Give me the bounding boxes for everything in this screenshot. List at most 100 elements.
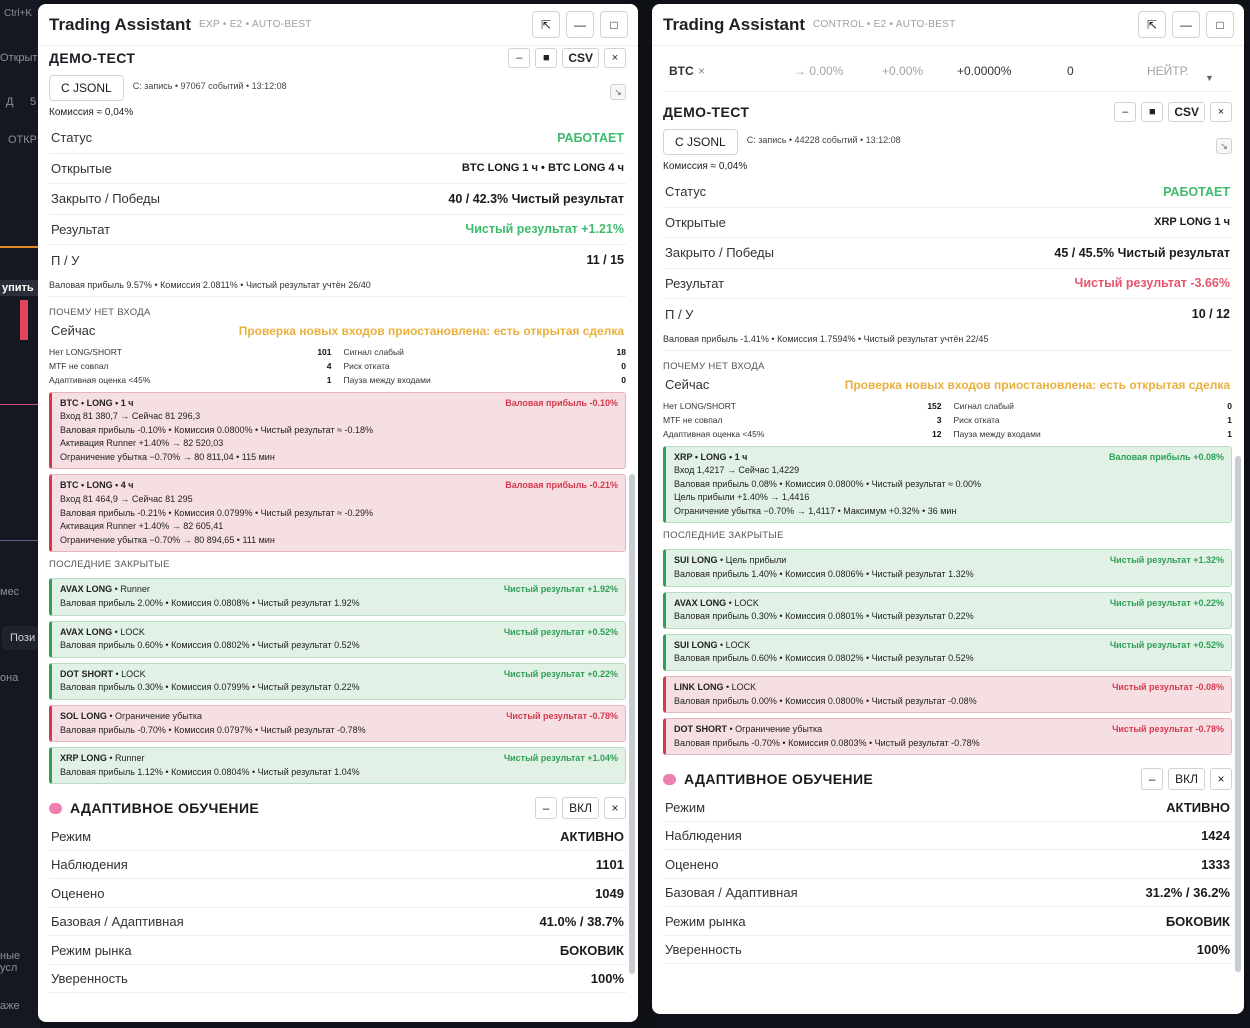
signal-badge: НЕЙТР. [1147, 63, 1189, 78]
bg-label: мес [0, 586, 20, 598]
adaptive-collapse-button[interactable]: – [535, 797, 558, 820]
summary-note: Валовая прибыль -1.41% • Комиссия 1.7594… [663, 330, 1232, 351]
closed-trade-card: Чистый результат +1.04% XRP LONG • Runne… [49, 747, 626, 785]
ticker-row[interactable]: BTC × → 0.00% +0.00% +0.0000% 0 НЕЙТР. ▼ [663, 50, 1232, 92]
scrollbar[interactable] [629, 474, 635, 974]
closed-trade-card: Чистый результат -0.78% SOL LONG • Огран… [49, 705, 626, 743]
maximize-button[interactable]: □ [1206, 11, 1234, 38]
panel-content: ДЕМО-ТЕСТ – ■ CSV × С JSONL С: запись • … [49, 46, 626, 1022]
chart-line [0, 540, 40, 541]
reason-row: MTF не совпал 3 [663, 414, 942, 425]
recent-closed-title: ПОСЛЕДНИЕ ЗАКРЫТЫЕ [663, 530, 784, 542]
adaptive-row: Базовая / Адаптивная 41.0% / 38.7% [49, 908, 626, 937]
fee-text: Комиссия ≈ 0,04% [663, 161, 748, 172]
panel-header[interactable]: Trading Assistant CONTROL • E2 • AUTO-BE… [652, 4, 1244, 46]
pu-row: П / У 10 / 12 [665, 306, 1230, 322]
adaptive-toggle-button[interactable]: ВКЛ [562, 797, 599, 820]
status-row: Статус РАБОТАЕТ [663, 177, 1232, 208]
adaptive-header: АДАПТИВНОЕ ОБУЧЕНИЕ – ВКЛ × [49, 794, 626, 822]
adaptive-row: Уверенность 100% [49, 965, 626, 994]
demo-section-header: ДЕМО-ТЕСТ – ■ CSV × [49, 46, 626, 70]
panel-content: BTC × → 0.00% +0.00% +0.0000% 0 НЕЙТР. ▼… [663, 50, 1232, 1014]
result-row: Результат Чистый результат -3.66% [663, 269, 1232, 299]
chart-candle [20, 300, 28, 340]
fee-text: Комиссия ≈ 0,04% [49, 107, 134, 118]
demo-title: ДЕМО-ТЕСТ [49, 50, 136, 66]
pu-row: П / У 11 / 15 [51, 252, 624, 268]
open-position-card: Валовая прибыль -0.21% BTC • LONG • 4 ч … [49, 474, 626, 553]
maximize-button[interactable]: □ [600, 11, 628, 38]
open-row: Открытые XRP LONG 1 ч [663, 208, 1232, 238]
popout-button[interactable]: ⇱ [1138, 11, 1166, 38]
close-button[interactable]: × [1210, 102, 1232, 122]
reason-row: Нет LONG/SHORT 152 [663, 400, 942, 411]
bg-label: она [0, 672, 19, 684]
resize-icon[interactable]: ↘ [610, 84, 626, 100]
scrollbar[interactable] [1235, 456, 1241, 972]
status-badge: РАБОТАЕТ [1163, 184, 1230, 199]
adaptive-close-button[interactable]: × [1210, 768, 1232, 791]
jsonl-button[interactable]: С JSONL [663, 129, 738, 155]
adaptive-collapse-button[interactable]: – [1141, 768, 1164, 791]
positions-tab[interactable]: Пози [2, 626, 38, 650]
closed-trade-card: Чистый результат +1.32% SUI LONG • Цель … [663, 549, 1232, 587]
closed-trade-card: Чистый результат +0.52% AVAX LONG • LOCK… [49, 620, 626, 658]
bg-label: Д [6, 96, 14, 108]
adaptive-row: Режим АКТИВНО [49, 822, 626, 851]
why-no-entry-title: ПОЧЕМУ НЕТ ВХОДА [49, 306, 151, 318]
why-no-entry-title: ПОЧЕМУ НЕТ ВХОДА [663, 360, 765, 372]
reason-row: Риск отката 0 [343, 360, 627, 371]
minimize-button[interactable]: — [1172, 11, 1200, 38]
record-status: С: запись • 97067 событий • 13:12:08 [132, 81, 287, 91]
open-position-card: Валовая прибыль -0.10% BTC • LONG • 1 ч … [49, 391, 626, 470]
panel-header[interactable]: Trading Assistant EXP • E2 • AUTO-BEST ⇱… [38, 4, 638, 46]
closed-row: Закрыто / Победы 45 / 45.5% Чистый резуль… [663, 238, 1232, 269]
bg-label: аже [0, 1000, 20, 1012]
adaptive-row: Оценено 1333 [663, 850, 1232, 879]
closed-trade-card: Чистый результат +0.52% SUI LONG • LOCK … [663, 633, 1232, 672]
collapse-button[interactable]: – [508, 48, 531, 68]
csv-button[interactable]: CSV [1168, 102, 1205, 122]
adaptive-row: Режим рынка БОКОВИК [49, 936, 626, 965]
closed-trade-card: Чистый результат +0.22% DOT SHORT • LOCK… [49, 662, 626, 700]
adaptive-close-button[interactable]: × [604, 797, 626, 820]
minimize-button[interactable]: — [566, 11, 594, 38]
reasons-grid: Нет LONG/SHORT 101 MTF не совпал 4 Адаптив… [49, 345, 626, 387]
demo-title: ДЕМО-ТЕСТ [663, 104, 750, 120]
open-row: Открытые BTC LONG 1 ч • BTC LONG 4 ч [49, 154, 626, 184]
ticker-symbol: BTC [669, 63, 694, 78]
status-row: Статус РАБОТАЕТ [49, 123, 626, 154]
buy-chip[interactable]: упить [0, 280, 40, 296]
reason-row: Адаптивная оценка <45% 1 [49, 374, 332, 385]
trading-assistant-panel-control: Trading Assistant CONTROL • E2 • AUTO-BE… [652, 4, 1244, 1014]
dropdown-icon[interactable]: ▼ [1205, 73, 1214, 83]
closed-trade-card: Чистый результат -0.78% DOT SHORT • Огра… [663, 718, 1232, 756]
bg-label: Открыт [0, 52, 38, 64]
collapse-button[interactable]: – [1114, 102, 1137, 122]
shortcut-hint: Ctrl+K [4, 8, 33, 19]
adaptive-row: Наблюдения 1424 [663, 822, 1232, 851]
reason-row: Сигнал слабый 18 [343, 346, 627, 357]
brain-icon [49, 802, 62, 814]
reason-row: Адаптивная оценка <45% 12 [663, 428, 942, 439]
reason-row: Сигнал слабый 0 [953, 400, 1233, 411]
bg-label: 5 [30, 96, 37, 108]
close-button[interactable]: × [604, 48, 626, 68]
open-position-card: Валовая прибыль +0.08% XRP • LONG • 1 ч … [663, 445, 1232, 524]
stop-button[interactable]: ■ [1141, 102, 1164, 122]
adaptive-toggle-button[interactable]: ВКЛ [1168, 768, 1205, 791]
panel-subtitle: EXP • E2 • AUTO-BEST [199, 19, 312, 30]
reason-row: Нет LONG/SHORT 101 [49, 346, 332, 357]
resize-icon[interactable]: ↘ [1216, 138, 1232, 154]
adaptive-header: АДАПТИВНОЕ ОБУЧЕНИЕ – ВКЛ × [663, 765, 1232, 793]
reason-row: Риск отката 1 [953, 414, 1233, 425]
trading-assistant-panel-exp: Trading Assistant EXP • E2 • AUTO-BEST ⇱… [38, 4, 638, 1022]
jsonl-button[interactable]: С JSONL [49, 75, 124, 101]
demo-section-header: ДЕМО-ТЕСТ – ■ CSV × [663, 100, 1232, 124]
csv-button[interactable]: CSV [562, 48, 599, 68]
popout-button[interactable]: ⇱ [532, 11, 560, 38]
adaptive-row: Базовая / Адаптивная 31.2% / 36.2% [663, 879, 1232, 908]
stop-button[interactable]: ■ [535, 48, 558, 68]
chart-line [0, 246, 40, 248]
remove-ticker-icon[interactable]: × [698, 64, 794, 78]
